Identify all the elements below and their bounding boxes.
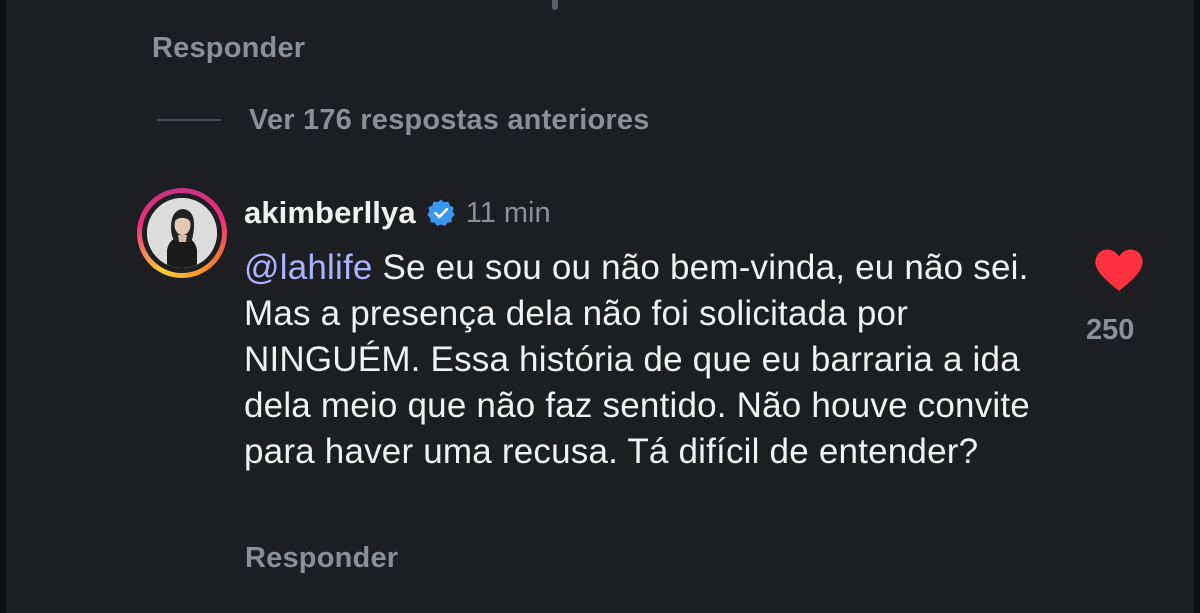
view-previous-replies[interactable]: Ver 176 respostas anteriores	[157, 100, 650, 140]
verified-badge-icon	[426, 198, 456, 228]
reply-button[interactable]: Responder	[245, 542, 398, 575]
heart-icon[interactable]	[1094, 248, 1144, 292]
avatar-photo	[147, 198, 217, 268]
comment-body: @lahlife Se eu sou ou não bem-vinda, eu …	[244, 245, 1044, 475]
mention-link[interactable]: @lahlife	[244, 248, 373, 287]
username[interactable]: akimberllya	[244, 195, 416, 231]
comment-timestamp: 11 min	[465, 196, 551, 229]
device-frame-left	[0, 0, 6, 613]
avatar-story-ring[interactable]	[137, 188, 227, 278]
reply-button-previous[interactable]: Responder	[152, 32, 305, 65]
like-count: 250	[1086, 314, 1135, 346]
device-frame-right	[1194, 0, 1200, 613]
view-previous-replies-label[interactable]: Ver 176 respostas anteriores	[249, 104, 650, 137]
divider-line	[157, 119, 221, 121]
comment-thread-screen: Responder Ver 176 respostas anteriores a…	[0, 0, 1200, 613]
drag-handle	[552, 0, 558, 10]
comment-header: akimberllya 11 min	[244, 192, 551, 234]
avatar[interactable]	[147, 198, 217, 268]
